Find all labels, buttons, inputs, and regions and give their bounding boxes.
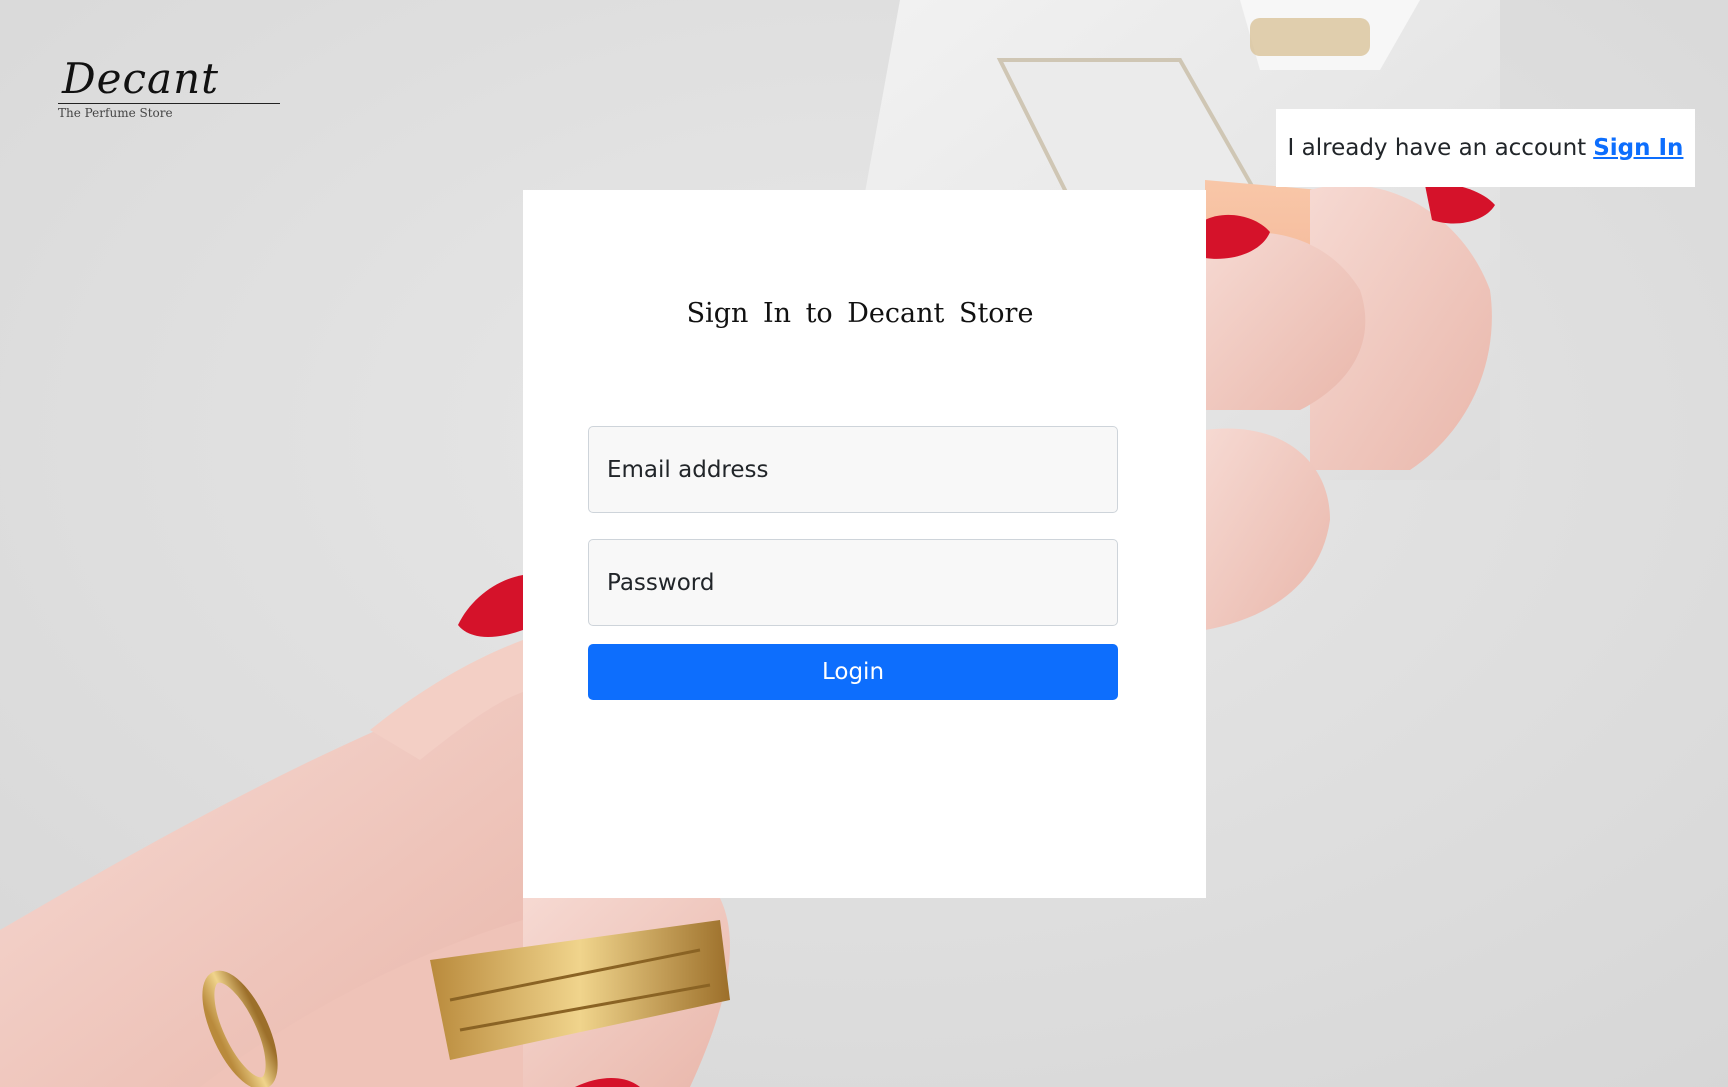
brand-logo[interactable]: Decant The Perfume Store [58, 58, 280, 120]
email-placeholder: Email address [607, 456, 769, 483]
account-prompt-box: I already have an account Sign In [1276, 109, 1695, 187]
brand-name: Decant [62, 54, 220, 103]
email-field[interactable]: Email address [588, 426, 1118, 513]
account-prompt-text: I already have an account [1287, 135, 1587, 161]
password-field[interactable]: Password [588, 539, 1118, 626]
page-title: Sign In to Decant Store [686, 298, 1034, 329]
login-card: Sign In to Decant Store Email address Pa… [523, 190, 1206, 898]
brand-underline [58, 103, 280, 104]
login-button[interactable]: Login [588, 644, 1118, 700]
sign-in-link[interactable]: Sign In [1593, 135, 1683, 161]
brand-tagline: The Perfume Store [58, 106, 173, 120]
password-placeholder: Password [607, 569, 715, 596]
